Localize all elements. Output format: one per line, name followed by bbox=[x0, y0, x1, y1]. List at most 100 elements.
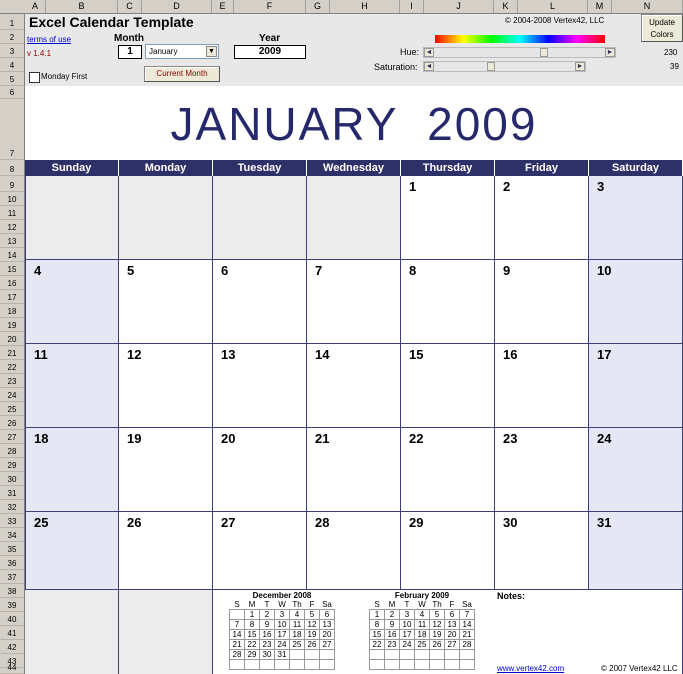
day-cell[interactable]: 15 bbox=[401, 344, 495, 428]
update-colors-button[interactable]: Update Colors bbox=[641, 14, 683, 42]
column-header-a[interactable]: A bbox=[25, 0, 46, 13]
day-cell[interactable]: 12 bbox=[119, 344, 213, 428]
column-header-d[interactable]: D bbox=[142, 0, 212, 13]
scroll-right-icon[interactable]: ► bbox=[575, 62, 585, 71]
day-cell[interactable] bbox=[307, 176, 401, 260]
row-header-12[interactable]: 12 bbox=[0, 220, 24, 234]
column-header-k[interactable]: K bbox=[494, 0, 518, 13]
scroll-left-icon[interactable]: ◄ bbox=[424, 62, 434, 71]
row-header-31[interactable]: 31 bbox=[0, 486, 24, 500]
day-cell[interactable] bbox=[25, 176, 119, 260]
row-header-40[interactable]: 40 bbox=[0, 612, 24, 626]
day-cell[interactable] bbox=[119, 176, 213, 260]
scroll-right-icon[interactable]: ► bbox=[605, 48, 615, 57]
row-header-39[interactable]: 39 bbox=[0, 598, 24, 612]
row-header-38[interactable]: 38 bbox=[0, 584, 24, 598]
day-cell[interactable]: 21 bbox=[307, 428, 401, 512]
column-header-b[interactable]: B bbox=[46, 0, 118, 13]
row-header-4[interactable]: 4 bbox=[0, 58, 24, 72]
column-header-f[interactable]: F bbox=[234, 0, 306, 13]
row-header-5[interactable]: 5 bbox=[0, 72, 24, 86]
day-cell[interactable]: 25 bbox=[25, 512, 119, 590]
day-cell[interactable]: 24 bbox=[589, 428, 683, 512]
row-header-41[interactable]: 41 bbox=[0, 626, 24, 640]
day-cell[interactable]: 29 bbox=[401, 512, 495, 590]
day-cell[interactable]: 30 bbox=[495, 512, 589, 590]
scroll-left-icon[interactable]: ◄ bbox=[424, 48, 434, 57]
row-header-27[interactable]: 27 bbox=[0, 430, 24, 444]
row-header-1[interactable]: 1 bbox=[0, 14, 24, 30]
column-header-g[interactable]: G bbox=[306, 0, 330, 13]
chevron-down-icon[interactable]: ▼ bbox=[206, 46, 217, 57]
day-cell[interactable]: 28 bbox=[307, 512, 401, 590]
day-cell[interactable]: 4 bbox=[25, 260, 119, 344]
row-header-25[interactable]: 25 bbox=[0, 402, 24, 416]
row-header-34[interactable]: 34 bbox=[0, 528, 24, 542]
day-cell[interactable]: 8 bbox=[401, 260, 495, 344]
row-header-11[interactable]: 11 bbox=[0, 206, 24, 220]
column-header-j[interactable]: J bbox=[424, 0, 494, 13]
year-field[interactable]: 2009 bbox=[234, 45, 306, 59]
month-number-field[interactable]: 1 bbox=[118, 45, 142, 59]
day-cell[interactable]: 1 bbox=[401, 176, 495, 260]
hue-slider[interactable]: ◄ ► bbox=[423, 47, 616, 58]
column-header-i[interactable]: I bbox=[400, 0, 424, 13]
hue-slider-thumb[interactable] bbox=[540, 48, 548, 57]
row-header-13[interactable]: 13 bbox=[0, 234, 24, 248]
row-header-33[interactable]: 33 bbox=[0, 514, 24, 528]
row-header-20[interactable]: 20 bbox=[0, 332, 24, 346]
column-header-n[interactable]: N bbox=[612, 0, 683, 13]
day-cell[interactable]: 3 bbox=[589, 176, 683, 260]
day-cell[interactable]: 11 bbox=[25, 344, 119, 428]
day-cell[interactable]: 18 bbox=[25, 428, 119, 512]
day-cell[interactable]: 7 bbox=[307, 260, 401, 344]
column-header-c[interactable]: C bbox=[118, 0, 142, 13]
row-header-6[interactable]: 6 bbox=[0, 86, 24, 99]
row-header-26[interactable]: 26 bbox=[0, 416, 24, 430]
row-header-23[interactable]: 23 bbox=[0, 374, 24, 388]
row-header-8[interactable]: 8 bbox=[0, 160, 24, 176]
row-header-28[interactable]: 28 bbox=[0, 444, 24, 458]
day-cell[interactable]: 9 bbox=[495, 260, 589, 344]
row-header-30[interactable]: 30 bbox=[0, 472, 24, 486]
day-cell[interactable]: 5 bbox=[119, 260, 213, 344]
row-header-22[interactable]: 22 bbox=[0, 360, 24, 374]
column-header-m[interactable]: M bbox=[588, 0, 612, 13]
monday-first-checkbox[interactable] bbox=[29, 72, 40, 83]
row-header-42[interactable]: 42 bbox=[0, 640, 24, 654]
day-cell[interactable]: 23 bbox=[495, 428, 589, 512]
day-cell[interactable]: 31 bbox=[589, 512, 683, 590]
day-cell[interactable]: 10 bbox=[589, 260, 683, 344]
row-header-17[interactable]: 17 bbox=[0, 290, 24, 304]
row-header-2[interactable]: 2 bbox=[0, 30, 24, 44]
column-header-e[interactable]: E bbox=[212, 0, 234, 13]
day-cell[interactable]: 27 bbox=[213, 512, 307, 590]
day-cell[interactable]: 13 bbox=[213, 344, 307, 428]
terms-link[interactable]: terms of use bbox=[27, 35, 71, 44]
row-header-19[interactable]: 19 bbox=[0, 318, 24, 332]
row-header-18[interactable]: 18 bbox=[0, 304, 24, 318]
current-month-button[interactable]: Current Month bbox=[144, 66, 220, 82]
row-header-35[interactable]: 35 bbox=[0, 542, 24, 556]
day-cell[interactable]: 22 bbox=[401, 428, 495, 512]
row-header-14[interactable]: 14 bbox=[0, 248, 24, 262]
column-header-l[interactable]: L bbox=[518, 0, 588, 13]
day-cell[interactable]: 19 bbox=[119, 428, 213, 512]
day-cell[interactable]: 20 bbox=[213, 428, 307, 512]
day-cell[interactable]: 17 bbox=[589, 344, 683, 428]
month-dropdown[interactable]: January ▼ bbox=[145, 44, 219, 59]
day-cell[interactable]: 14 bbox=[307, 344, 401, 428]
row-header-3[interactable]: 3 bbox=[0, 44, 24, 58]
row-header-29[interactable]: 29 bbox=[0, 458, 24, 472]
row-header-21[interactable]: 21 bbox=[0, 346, 24, 360]
row-header-16[interactable]: 16 bbox=[0, 276, 24, 290]
saturation-slider-thumb[interactable] bbox=[487, 62, 495, 71]
footer-link[interactable]: www.vertex42.com bbox=[497, 664, 564, 673]
day-cell[interactable]: 2 bbox=[495, 176, 589, 260]
row-header-32[interactable]: 32 bbox=[0, 500, 24, 514]
day-cell[interactable]: 16 bbox=[495, 344, 589, 428]
column-header-h[interactable]: H bbox=[330, 0, 400, 13]
row-header-10[interactable]: 10 bbox=[0, 192, 24, 206]
saturation-slider[interactable]: ◄ ► bbox=[423, 61, 586, 72]
row-header-36[interactable]: 36 bbox=[0, 556, 24, 570]
